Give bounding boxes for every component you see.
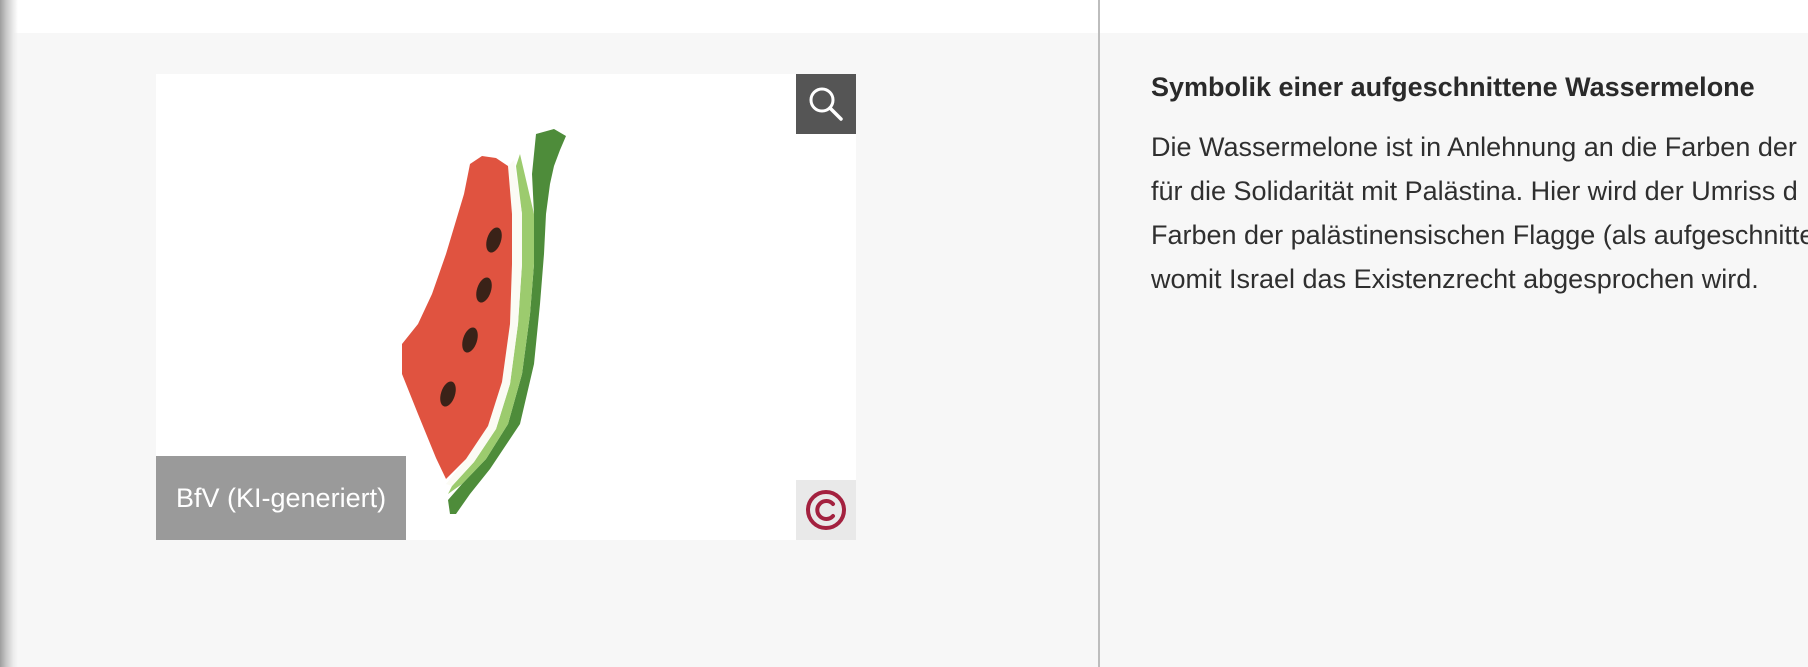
zoom-button[interactable]: [796, 74, 856, 134]
search-icon: [809, 87, 843, 121]
page: BfV (KI-generiert) Symbolik einer aufges…: [0, 0, 1808, 667]
top-band: [0, 0, 1808, 33]
copyright-icon: [806, 490, 846, 530]
image-card[interactable]: BfV (KI-generiert): [156, 74, 856, 540]
image-credit: BfV (KI-generiert): [156, 456, 407, 540]
copyright-button[interactable]: [796, 480, 856, 540]
article-title: Symbolik einer aufgeschnittene Wassermel…: [1151, 72, 1755, 102]
article-line: Die Wassermelone ist in Anlehnung an die…: [1151, 132, 1797, 162]
article-text: Symbolik einer aufgeschnittene Wassermel…: [1151, 72, 1808, 301]
column-divider: [1098, 0, 1100, 667]
article-line: für die Solidarität mit Palästina. Hier …: [1151, 176, 1798, 206]
article-line: womit Israel das Existenzrecht abgesproc…: [1151, 264, 1759, 294]
left-shadow: [0, 0, 18, 667]
article-line: Farben der palästinensischen Flagge (als…: [1151, 220, 1808, 250]
